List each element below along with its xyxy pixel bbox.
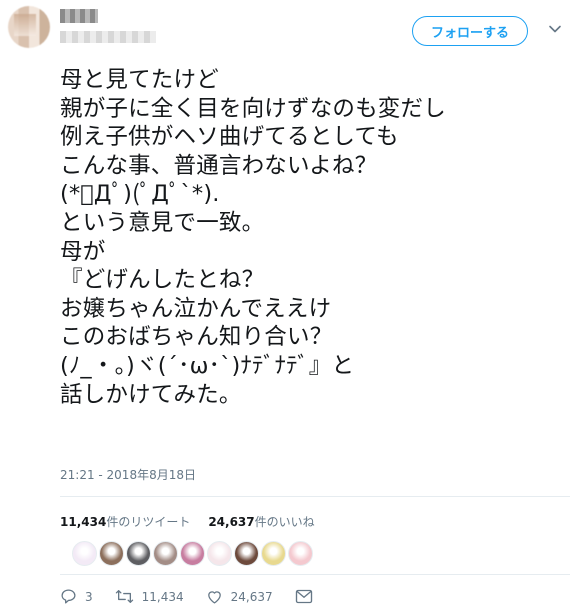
tweet-text: 母と見てたけど 親が子に全く目を向けずなのも変だし 例え子供がヘソ曲げてるとしてもこ… (60, 66, 570, 409)
divider (60, 496, 570, 497)
retweet-stat-label: 件のリツイート (106, 515, 191, 529)
tweet-line: このおばちゃん知り合い？ (60, 324, 333, 351)
tweet-line: 例え子供がヘソ曲げてるとしても (60, 124, 399, 151)
like-stat-count: 24,637 (208, 515, 255, 529)
like-stat[interactable]: 24,637件のいいね (208, 513, 314, 530)
tweet-header: フォローする (0, 0, 578, 64)
liker-avatar[interactable] (72, 541, 97, 566)
tweet-line: (ﾉ_・。)ヾ(´･ω･`)ﾅﾃﾞﾅﾃﾞ』と (60, 352, 355, 379)
like-count: 24,637 (230, 589, 273, 604)
liker-avatar[interactable] (207, 541, 232, 566)
author-handle-redacted[interactable] (60, 31, 156, 43)
liker-avatar[interactable] (261, 541, 286, 566)
tweet-line: 親が子に全く目を向けずなのも変だし (60, 95, 446, 122)
tweet-actions: 3 11,434 24,637 (60, 588, 335, 605)
retweet-stat[interactable]: 11,434件のリツイート (60, 513, 190, 530)
tweet-line: (*ﾟДﾟ)(ﾟДﾟ`*). (60, 181, 220, 208)
envelope-icon (295, 589, 312, 604)
retweet-button[interactable]: 11,434 (115, 588, 184, 605)
divider (60, 574, 570, 575)
reply-icon (61, 589, 76, 604)
author-name-redacted[interactable] (60, 9, 98, 23)
tweet-line: 『どげんしたとね？ (60, 267, 265, 294)
follow-button[interactable]: フォローする (412, 16, 528, 46)
direct-message-button[interactable] (295, 589, 313, 604)
author-avatar[interactable] (8, 6, 50, 48)
tweet-line: 話しかけてみた。 (60, 381, 242, 408)
retweet-stat-count: 11,434 (60, 515, 107, 529)
liker-avatar[interactable] (99, 541, 124, 566)
tweet-line: 母と見てたけど (60, 67, 219, 93)
tweet-line: という意見で一致。 (60, 209, 265, 236)
tweet-line: こんな事、普通言わないよね？ (60, 152, 378, 179)
liker-avatar[interactable] (126, 541, 151, 566)
reply-count: 3 (85, 589, 93, 604)
like-stat-label: 件のいいね (254, 515, 315, 529)
like-button[interactable]: 24,637 (206, 588, 273, 605)
retweet-count: 11,434 (141, 589, 184, 604)
liker-avatar[interactable] (288, 541, 313, 566)
tweet-timestamp[interactable]: 21:21 - 2018年8月18日 (60, 466, 196, 483)
tweet-line: お嬢ちゃん泣かんでええけ (60, 295, 332, 322)
tweet-line: 母が (60, 238, 106, 265)
liker-avatar[interactable] (234, 541, 259, 566)
reply-button[interactable]: 3 (60, 588, 93, 605)
tweet-stats: 11,434件のリツイート 24,637件のいいね (60, 513, 315, 530)
retweet-icon (115, 589, 133, 604)
liker-avatar[interactable] (180, 541, 205, 566)
liker-avatar[interactable] (153, 541, 178, 566)
chevron-down-icon[interactable] (548, 22, 562, 36)
liker-avatars (72, 541, 313, 566)
heart-icon (207, 591, 221, 604)
